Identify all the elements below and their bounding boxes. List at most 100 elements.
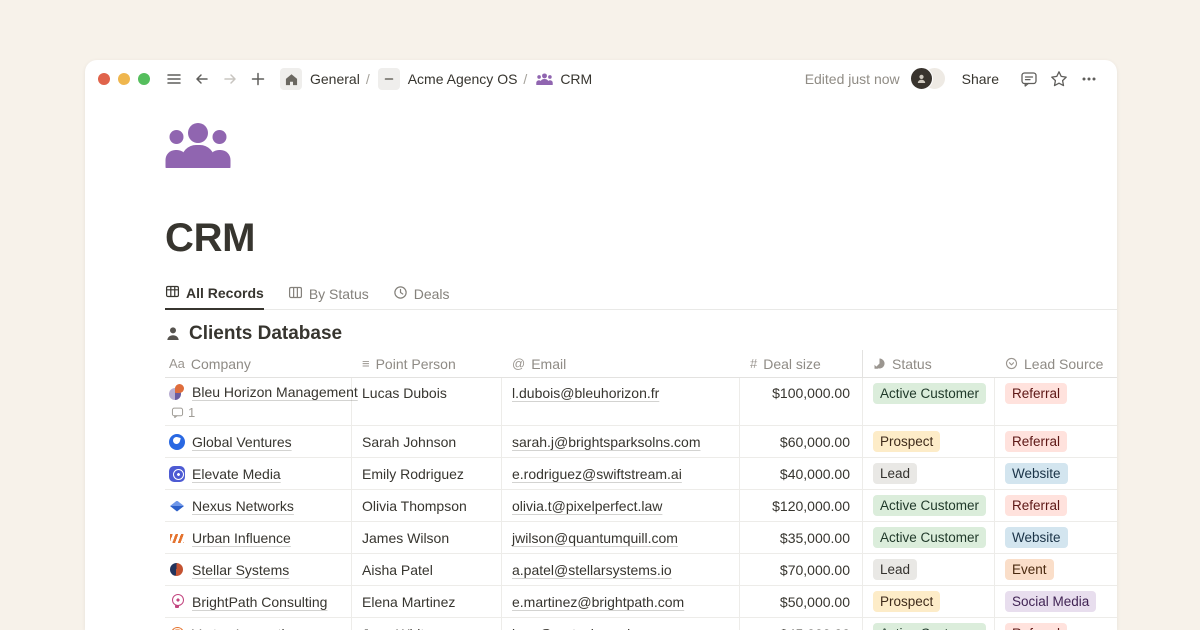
company-name-link[interactable]: Bleu Horizon Management — [192, 384, 358, 400]
email-link[interactable]: jwilson@quantumquill.com — [512, 530, 678, 546]
status-cell[interactable]: Lead — [863, 554, 995, 585]
table-row[interactable]: Bleu Horizon Management 1 Lucas Dubois l… — [165, 378, 1117, 426]
point-person-cell[interactable]: James Wilson — [352, 522, 502, 553]
lead-source-badge[interactable]: Website — [1005, 527, 1068, 548]
deal-size-cell[interactable]: $70,000.00 — [740, 554, 863, 585]
status-cell[interactable]: Active Customer — [863, 378, 995, 425]
email-link[interactable]: e.rodriguez@swiftstream.ai — [512, 466, 682, 482]
favorite-star-icon[interactable] — [1047, 67, 1071, 91]
status-badge[interactable]: Prospect — [873, 591, 940, 612]
home-icon[interactable] — [280, 68, 302, 90]
more-options-icon[interactable] — [1077, 67, 1101, 91]
tab-all-records[interactable]: All Records — [165, 284, 264, 310]
company-name-link[interactable]: BrightPath Consulting — [192, 594, 327, 610]
status-cell[interactable]: Active Customer — [863, 618, 995, 630]
company-name-link[interactable]: Urban Influence — [192, 530, 291, 546]
breadcrumb-page[interactable]: CRM — [560, 71, 592, 87]
comments-icon[interactable] — [1017, 67, 1041, 91]
company-name-link[interactable]: Nexus Networks — [192, 498, 294, 514]
column-header-lead-source[interactable]: Lead Source — [995, 350, 1117, 377]
email-link[interactable]: e.martinez@brightpath.com — [512, 594, 684, 610]
deal-size-cell[interactable]: $35,000.00 — [740, 522, 863, 553]
collaborator-avatars[interactable] — [910, 67, 948, 91]
point-person-cell[interactable]: Aisha Patel — [352, 554, 502, 585]
status-cell[interactable]: Prospect — [863, 426, 995, 457]
lead-source-cell[interactable]: Website — [995, 522, 1117, 553]
forward-arrow-icon[interactable] — [219, 67, 241, 91]
column-header-deal-size[interactable]: # Deal size — [740, 350, 863, 377]
table-row[interactable]: Vertex Innovations Jenn Whitmore jenn@ve… — [165, 618, 1117, 630]
lead-source-badge[interactable]: Referral — [1005, 623, 1067, 630]
column-header-email[interactable]: @ Email — [502, 350, 740, 377]
deal-size-cell[interactable]: $40,000.00 — [740, 458, 863, 489]
table-row[interactable]: Global Ventures Sarah Johnson sarah.j@br… — [165, 426, 1117, 458]
email-cell[interactable]: l.dubois@bleuhorizon.fr — [502, 378, 740, 425]
email-cell[interactable]: jenn@vertexinnov.io — [502, 618, 740, 630]
teamspace-icon[interactable] — [378, 68, 400, 90]
company-cell[interactable]: Stellar Systems — [165, 554, 352, 585]
table-row[interactable]: Nexus Networks Olivia Thompson olivia.t@… — [165, 490, 1117, 522]
lead-source-cell[interactable]: Referral — [995, 490, 1117, 521]
status-cell[interactable]: Active Customer — [863, 522, 995, 553]
zoom-window-button[interactable] — [138, 73, 150, 85]
status-badge[interactable]: Lead — [873, 559, 917, 580]
company-cell[interactable]: Urban Influence — [165, 522, 352, 553]
email-cell[interactable]: e.martinez@brightpath.com — [502, 586, 740, 617]
company-cell[interactable]: BrightPath Consulting — [165, 586, 352, 617]
lead-source-badge[interactable]: Website — [1005, 463, 1068, 484]
deal-size-cell[interactable]: $60,000.00 — [740, 426, 863, 457]
status-badge[interactable]: Active Customer — [873, 527, 986, 548]
lead-source-badge[interactable]: Referral — [1005, 383, 1067, 404]
status-badge[interactable]: Prospect — [873, 431, 940, 452]
point-person-cell[interactable]: Jenn Whitmore — [352, 618, 502, 630]
company-cell[interactable]: Vertex Innovations — [165, 618, 352, 630]
status-cell[interactable]: Lead — [863, 458, 995, 489]
page-people-icon[interactable] — [165, 122, 231, 168]
status-badge[interactable]: Active Customer — [873, 495, 986, 516]
email-cell[interactable]: sarah.j@brightsparksolns.com — [502, 426, 740, 457]
lead-source-cell[interactable]: Website — [995, 458, 1117, 489]
point-person-cell[interactable]: Emily Rodriguez — [352, 458, 502, 489]
company-cell[interactable]: Elevate Media — [165, 458, 352, 489]
lead-source-cell[interactable]: Event — [995, 554, 1117, 585]
page-title[interactable]: CRM — [165, 214, 1117, 262]
company-cell[interactable]: Bleu Horizon Management 1 — [165, 378, 352, 425]
company-name-link[interactable]: Global Ventures — [192, 434, 292, 450]
lead-source-cell[interactable]: Social Media — [995, 586, 1117, 617]
email-link[interactable]: a.patel@stellarsystems.io — [512, 562, 672, 578]
minimize-window-button[interactable] — [118, 73, 130, 85]
breadcrumb-root[interactable]: General — [310, 71, 360, 87]
email-link[interactable]: l.dubois@bleuhorizon.fr — [512, 385, 659, 401]
email-cell[interactable]: olivia.t@pixelperfect.law — [502, 490, 740, 521]
deal-size-cell[interactable]: $50,000.00 — [740, 586, 863, 617]
lead-source-cell[interactable]: Referral — [995, 426, 1117, 457]
table-row[interactable]: Elevate Media Emily Rodriguez e.rodrigue… — [165, 458, 1117, 490]
table-row[interactable]: Stellar Systems Aisha Patel a.patel@stel… — [165, 554, 1117, 586]
email-cell[interactable]: jwilson@quantumquill.com — [502, 522, 740, 553]
new-page-icon[interactable] — [247, 67, 269, 91]
email-cell[interactable]: a.patel@stellarsystems.io — [502, 554, 740, 585]
table-row[interactable]: BrightPath Consulting Elena Martinez e.m… — [165, 586, 1117, 618]
email-cell[interactable]: e.rodriguez@swiftstream.ai — [502, 458, 740, 489]
lead-source-badge[interactable]: Referral — [1005, 495, 1067, 516]
database-section-header[interactable]: Clients Database — [165, 323, 1117, 345]
tab-by-status[interactable]: By Status — [288, 285, 369, 309]
status-cell[interactable]: Prospect — [863, 586, 995, 617]
comment-count-badge[interactable]: 1 — [169, 405, 195, 420]
breadcrumb-workspace[interactable]: Acme Agency OS — [408, 71, 518, 87]
status-badge[interactable]: Active Customer — [873, 623, 986, 630]
status-badge[interactable]: Lead — [873, 463, 917, 484]
email-link[interactable]: jenn@vertexinnov.io — [512, 626, 638, 630]
email-link[interactable]: olivia.t@pixelperfect.law — [512, 498, 662, 514]
sidebar-toggle-icon[interactable] — [163, 67, 185, 91]
lead-source-badge[interactable]: Social Media — [1005, 591, 1096, 612]
back-arrow-icon[interactable] — [191, 67, 213, 91]
company-name-link[interactable]: Vertex Innovations — [192, 626, 307, 630]
column-header-company[interactable]: Aa Company — [165, 350, 352, 377]
lead-source-badge[interactable]: Event — [1005, 559, 1054, 580]
table-row[interactable]: Urban Influence James Wilson jwilson@qua… — [165, 522, 1117, 554]
status-badge[interactable]: Active Customer — [873, 383, 986, 404]
point-person-cell[interactable]: Lucas Dubois — [352, 378, 502, 425]
column-header-status[interactable]: Status — [863, 350, 995, 377]
company-cell[interactable]: Global Ventures — [165, 426, 352, 457]
